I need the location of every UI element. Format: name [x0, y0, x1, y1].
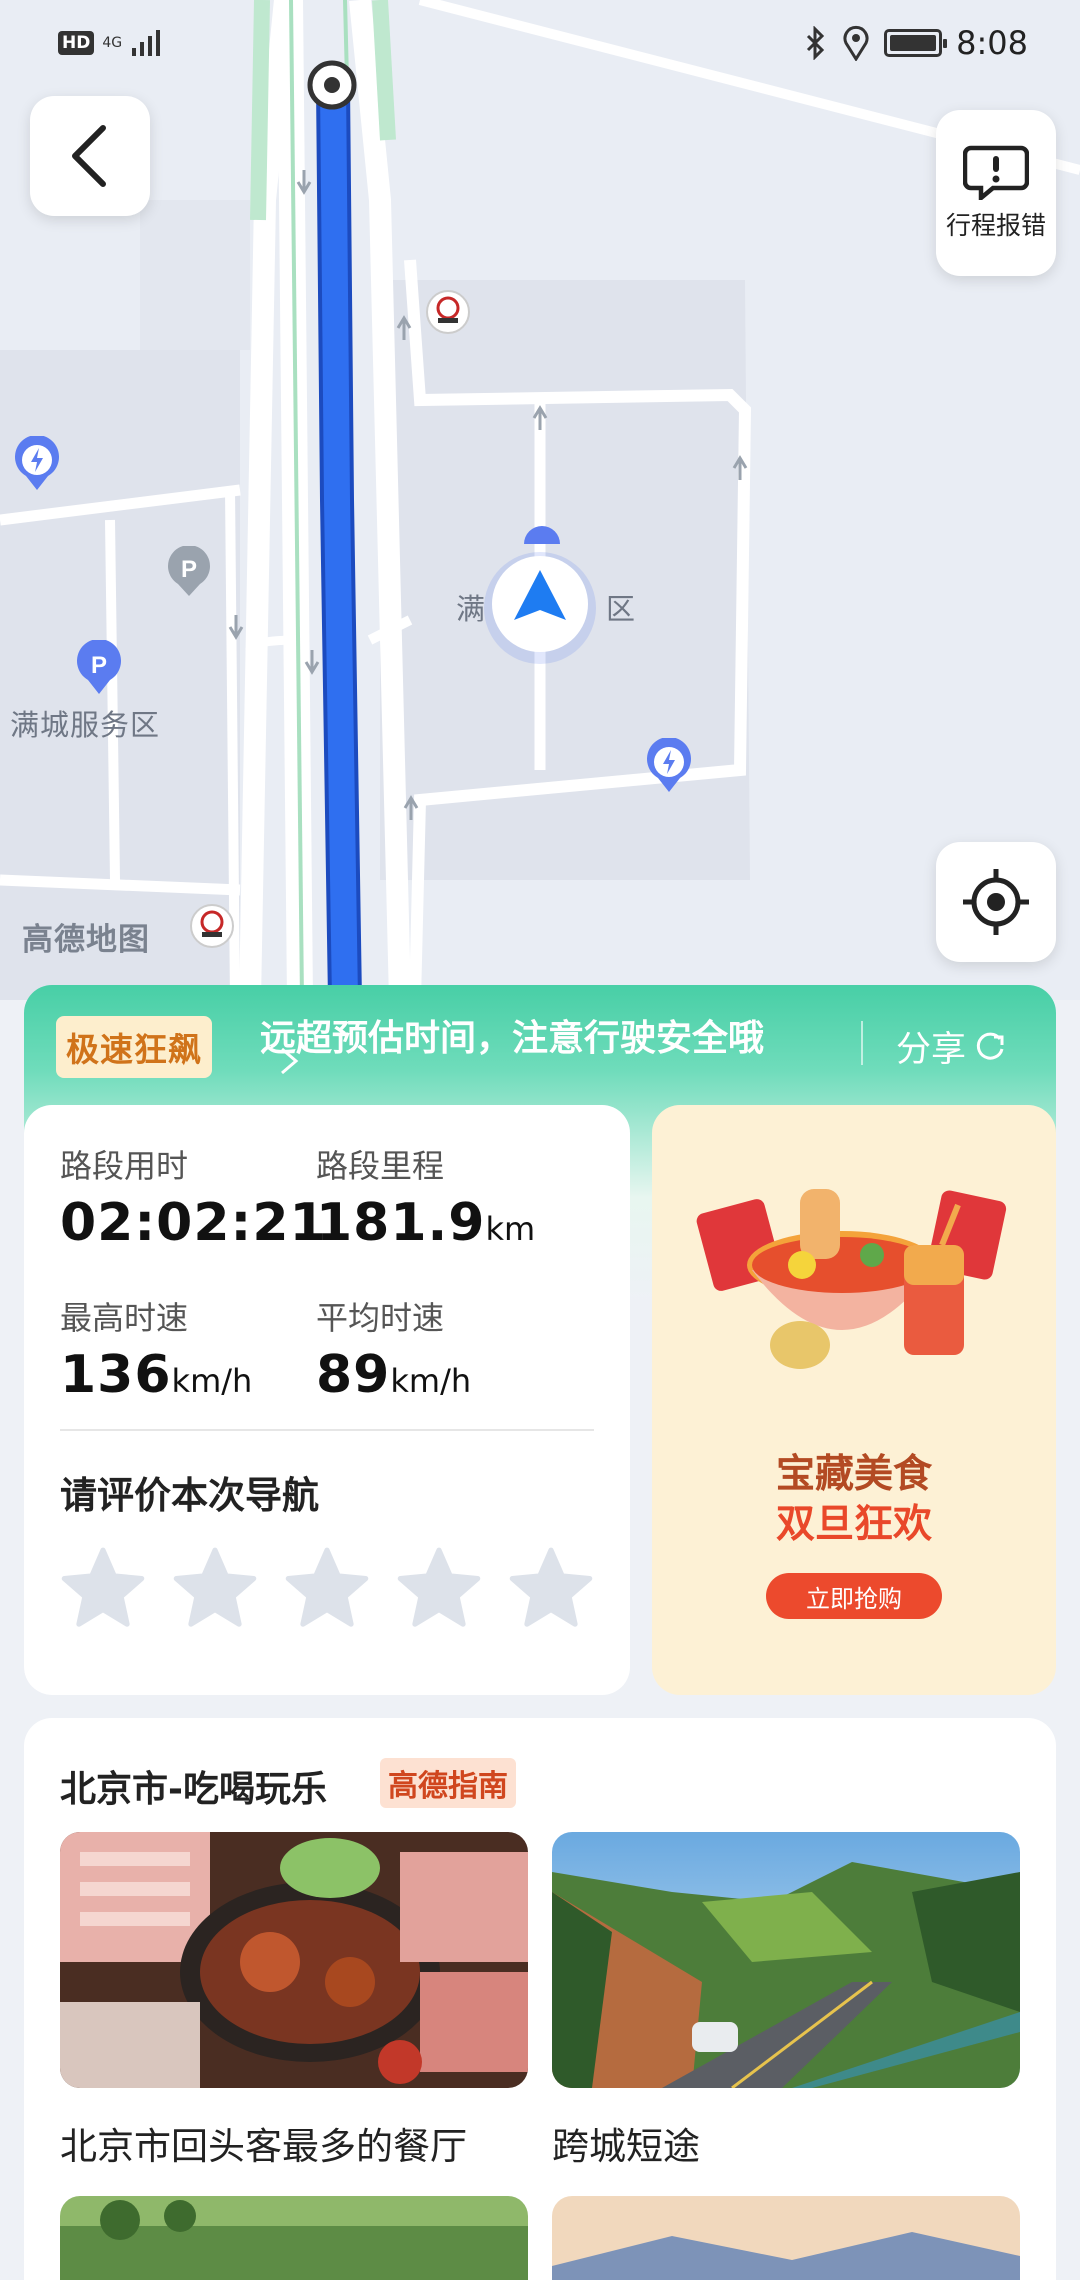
avg-speed-value: 89 — [316, 1345, 391, 1405]
avg-speed-unit: km/h — [390, 1362, 472, 1400]
map-roads — [0, 0, 1080, 1000]
service-area-icon — [524, 526, 560, 544]
map-label-service-area-right: 区 — [606, 592, 637, 626]
hd-badge: HD — [58, 31, 95, 55]
bluetooth-icon — [807, 26, 825, 60]
trip-summary-card: 极速狂飙 远超预估时间，注意行驶安全哦 分享 路段用时 02:02:21 路段里… — [24, 985, 1056, 1695]
status-bar: HD 4G 8:08 — [0, 0, 1080, 92]
share-refresh-icon — [976, 1032, 1004, 1060]
crosshair-icon — [963, 869, 1029, 935]
star-icon[interactable] — [60, 1545, 146, 1631]
distance-unit: km — [485, 1210, 536, 1248]
chevron-right-icon — [281, 1047, 299, 1075]
divider — [861, 1021, 863, 1065]
chevron-left-icon — [72, 125, 106, 187]
distance-value: 181.9 — [316, 1193, 486, 1253]
charging-station-icon[interactable] — [644, 738, 694, 794]
battery-icon — [884, 29, 948, 57]
guide-item-caption[interactable]: 跨城短途 — [552, 2116, 700, 2170]
map-watermark: 高德地图 — [22, 922, 150, 958]
network-type: 4G — [102, 35, 123, 51]
guide-title: 北京市-吃喝玩乐 — [60, 1769, 327, 1810]
parking-icon[interactable]: P — [166, 546, 212, 598]
promo-title: 宝藏美食 双旦狂欢 — [652, 1450, 1056, 1550]
report-label: 行程报错 — [945, 211, 1046, 240]
promo-line1: 宝藏美食 — [775, 1452, 932, 1497]
trip-stats-panel: 路段用时 02:02:21 路段里程 181.9km 最高时速 136km/h … — [24, 1105, 630, 1695]
guide-item-image[interactable] — [552, 2196, 1020, 2280]
rating-stars — [60, 1545, 594, 1631]
charging-station-icon[interactable] — [12, 436, 62, 492]
back-button[interactable] — [30, 96, 150, 216]
mountain-photo — [552, 2196, 1020, 2280]
max-speed-label: 最高时速 — [60, 1299, 189, 1337]
city-guide-card: 北京市-吃喝玩乐 高德指南 北京市回头客最多的餐厅 跨城短途 — [24, 1718, 1056, 2280]
svg-text:P: P — [181, 556, 197, 583]
star-icon[interactable] — [508, 1545, 594, 1631]
rating-title: 请评价本次导航 — [60, 1474, 319, 1517]
max-speed-unit: km/h — [171, 1362, 253, 1400]
gas-station-icon[interactable] — [188, 902, 236, 956]
report-error-icon — [963, 145, 1029, 200]
hotpot-photo — [60, 1832, 528, 2088]
buy-now-button[interactable]: 立即抢购 — [766, 1573, 942, 1619]
guide-tag: 高德指南 — [380, 1758, 516, 1808]
hotpot-illustration — [696, 1189, 1007, 1369]
divider — [60, 1429, 594, 1431]
max-speed-value: 136 — [60, 1345, 172, 1405]
trip-report-error-button[interactable]: 行程报错 — [936, 110, 1056, 276]
avg-speed-stat: 平均时速 89km/h — [316, 1293, 471, 1405]
duration-stat: 路段用时 02:02:21 — [60, 1141, 327, 1253]
duration-value: 02:02:21 — [60, 1193, 327, 1253]
distance-label: 路段里程 — [316, 1147, 445, 1185]
share-button[interactable]: 分享 — [896, 1021, 1008, 1072]
svg-text:P: P — [91, 652, 107, 679]
guide-item-image[interactable] — [60, 2196, 528, 2280]
guide-item-caption[interactable]: 北京市回头客最多的餐厅 — [60, 2116, 467, 2170]
duration-label: 路段用时 — [60, 1147, 189, 1185]
promo-banner[interactable]: 宝藏美食 双旦狂欢 立即抢购 — [652, 1105, 1056, 1695]
share-label: 分享 — [896, 1030, 967, 1070]
max-speed-stat: 最高时速 136km/h — [60, 1293, 252, 1405]
map-label-service-area: 满城服务区 — [10, 708, 161, 742]
location-icon — [843, 25, 869, 61]
recenter-button[interactable] — [936, 842, 1056, 962]
scenery-photo — [60, 2196, 528, 2280]
star-icon[interactable] — [172, 1545, 258, 1631]
guide-item-image-restaurant[interactable] — [60, 1832, 528, 2088]
promo-line2: 双旦狂欢 — [775, 1502, 932, 1547]
road-trip-photo — [552, 1832, 1020, 2088]
map-view[interactable]: P P 满城服务区 满 区 高德地图 HD 4G 8:08 行程报错 — [0, 0, 1080, 1000]
distance-stat: 路段里程 181.9km — [316, 1141, 535, 1253]
star-icon[interactable] — [396, 1545, 482, 1631]
signal-icon — [132, 30, 161, 56]
speed-message[interactable]: 远超预估时间，注意行驶安全哦 — [260, 1009, 764, 1061]
gas-station-icon[interactable] — [424, 288, 472, 336]
service-area-icon[interactable]: P — [74, 640, 124, 696]
current-location-arrow-icon — [484, 552, 596, 664]
star-icon[interactable] — [284, 1545, 370, 1631]
clock: 8:08 — [956, 24, 1028, 62]
avg-speed-label: 平均时速 — [316, 1299, 445, 1337]
guide-item-image-road-trip[interactable] — [552, 1832, 1020, 2088]
speed-badge: 极速狂飙 — [56, 1016, 212, 1078]
